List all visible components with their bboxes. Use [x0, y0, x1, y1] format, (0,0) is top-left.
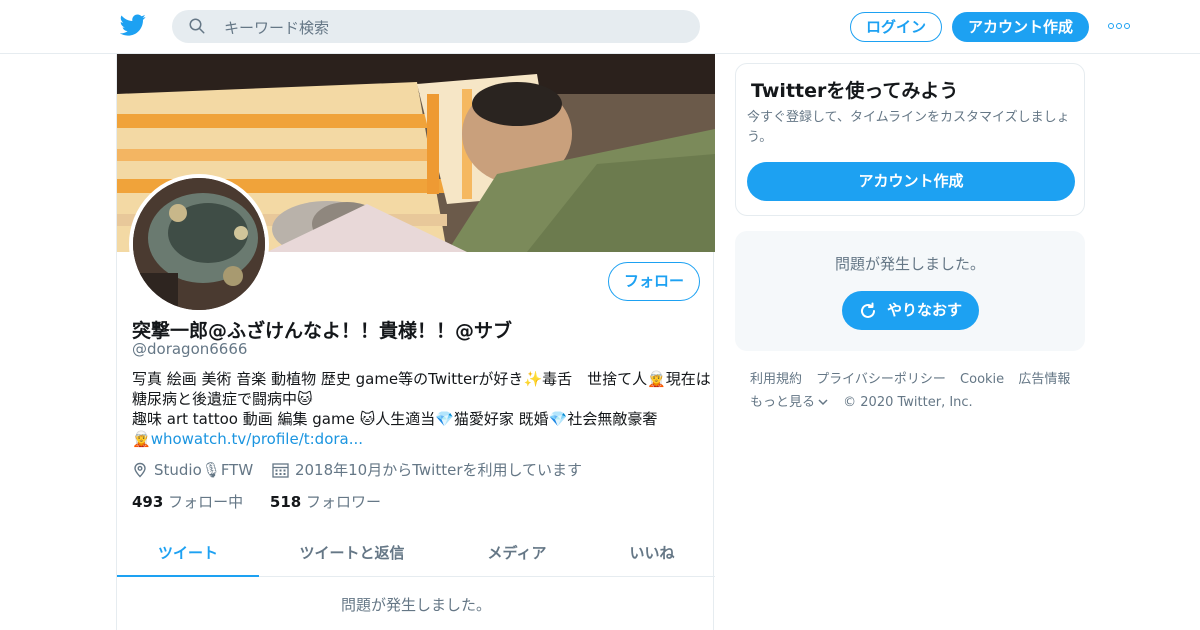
sidebar-error-box: 問題が発生しました。 やりなおす	[735, 231, 1085, 351]
signup-card-button[interactable]: アカウント作成	[747, 162, 1075, 201]
tab-tweets-and-replies[interactable]: ツイートと返信	[277, 530, 427, 577]
location-text: Studio🎙FTW	[154, 460, 254, 479]
bio-line: 糖尿病と後遺症で闘病中🐱	[132, 390, 313, 408]
followers-count: 518	[269, 493, 302, 511]
tab-likes[interactable]: いいね	[607, 530, 697, 577]
avatar[interactable]	[129, 174, 269, 314]
location-icon	[134, 462, 146, 477]
followers-label: フォロワー	[305, 493, 381, 511]
profile-column: フォロー 突撃一郎@ふざけんなよ！！貴様！！@サブ @doragon6666 写…	[116, 54, 715, 630]
following-count-link[interactable]: 493 フォロー中	[132, 491, 243, 512]
chevron-down-icon	[818, 399, 828, 406]
joined-text: 2018年10月からTwitterを利用しています	[294, 461, 583, 479]
bio-line-with-link: 🧝whowatch.tv/profile/t:dora...	[132, 429, 707, 449]
sidebar-error-message: 問題が発生しました。	[834, 255, 985, 273]
calendar-icon	[272, 463, 289, 478]
profile-bio: 写真 絵画 美術 音楽 動植物 歴史 game等のTwitterが好き✨毒舌 世…	[132, 369, 711, 449]
timeline-error-message: 問題が発生しました。	[340, 596, 491, 614]
search-icon	[189, 18, 205, 34]
following-count: 493	[132, 493, 164, 511]
profile-counts: 493 フォロー中 518 フォロワー	[132, 491, 403, 512]
profile-name: 突撃一郎@ふざけんなよ！！貴様！！@サブ	[132, 320, 513, 342]
tab-media[interactable]: メディア	[457, 530, 577, 577]
footer-link-cookie[interactable]: Cookie	[960, 368, 1004, 391]
footer-link-terms[interactable]: 利用規約	[750, 368, 802, 391]
retry-button[interactable]: やりなおす	[842, 291, 979, 330]
bio-line: 趣味 art tattoo 動画 編集 game 🐱人生適当💎猫愛好家 既婚💎社…	[132, 410, 658, 428]
login-button[interactable]: ログイン	[850, 12, 942, 42]
profile-joined: 2018年10月からTwitterを利用しています	[272, 459, 582, 480]
retry-label: やりなおす	[887, 301, 963, 319]
top-navigation-bar: キーワード検索 ログイン アカウント作成	[0, 0, 1200, 54]
bio-line: 写真 絵画 美術 音楽 動植物 歴史 game等のTwitterが好き✨毒舌 世…	[132, 370, 711, 388]
following-label: フォロー中	[168, 493, 244, 511]
profile-location: Studio🎙FTW	[132, 461, 253, 479]
search-bar[interactable]: キーワード検索	[172, 10, 700, 43]
footer-more[interactable]: もっと見る	[750, 391, 829, 414]
profile-tabs: ツイート ツイートと返信 メディア いいね	[117, 530, 715, 577]
signup-card-title: Twitterを使ってみよう	[751, 80, 959, 102]
footer-links: 利用規約 プライバシーポリシー Cookie 広告情報 もっと見る © 2020…	[750, 368, 1090, 414]
footer-more-label: もっと見る	[750, 395, 816, 410]
search-input[interactable]: キーワード検索	[224, 17, 329, 38]
tab-tweets[interactable]: ツイート	[117, 530, 259, 577]
profile-meta: Studio🎙FTW 2018年10月からTwitterを利用しています	[132, 459, 596, 480]
footer-link-privacy[interactable]: プライバシーポリシー	[816, 368, 946, 391]
retry-icon	[861, 302, 875, 318]
followers-count-link[interactable]: 518 フォロワー	[270, 491, 381, 512]
twitter-bird-icon[interactable]	[120, 12, 146, 38]
avatar-photo	[133, 178, 265, 310]
signup-card: Twitterを使ってみよう 今すぐ登録して、タイムラインをカスタマイズしましょ…	[735, 63, 1085, 216]
footer-copyright: © 2020 Twitter, Inc.	[843, 395, 973, 410]
footer-link-ads[interactable]: 広告情報	[1018, 368, 1070, 391]
more-dots-icon[interactable]	[1108, 21, 1130, 31]
signup-card-text: 今すぐ登録して、タイムラインをカスタマイズしましょう。	[747, 110, 1070, 145]
bio-link[interactable]: whowatch.tv/profile/t:dora...	[151, 430, 363, 448]
profile-handle[interactable]: @doragon6666	[132, 340, 247, 358]
follow-button[interactable]: フォロー	[608, 262, 700, 301]
bio-line: 🧝	[132, 430, 151, 448]
signup-button[interactable]: アカウント作成	[952, 12, 1089, 42]
